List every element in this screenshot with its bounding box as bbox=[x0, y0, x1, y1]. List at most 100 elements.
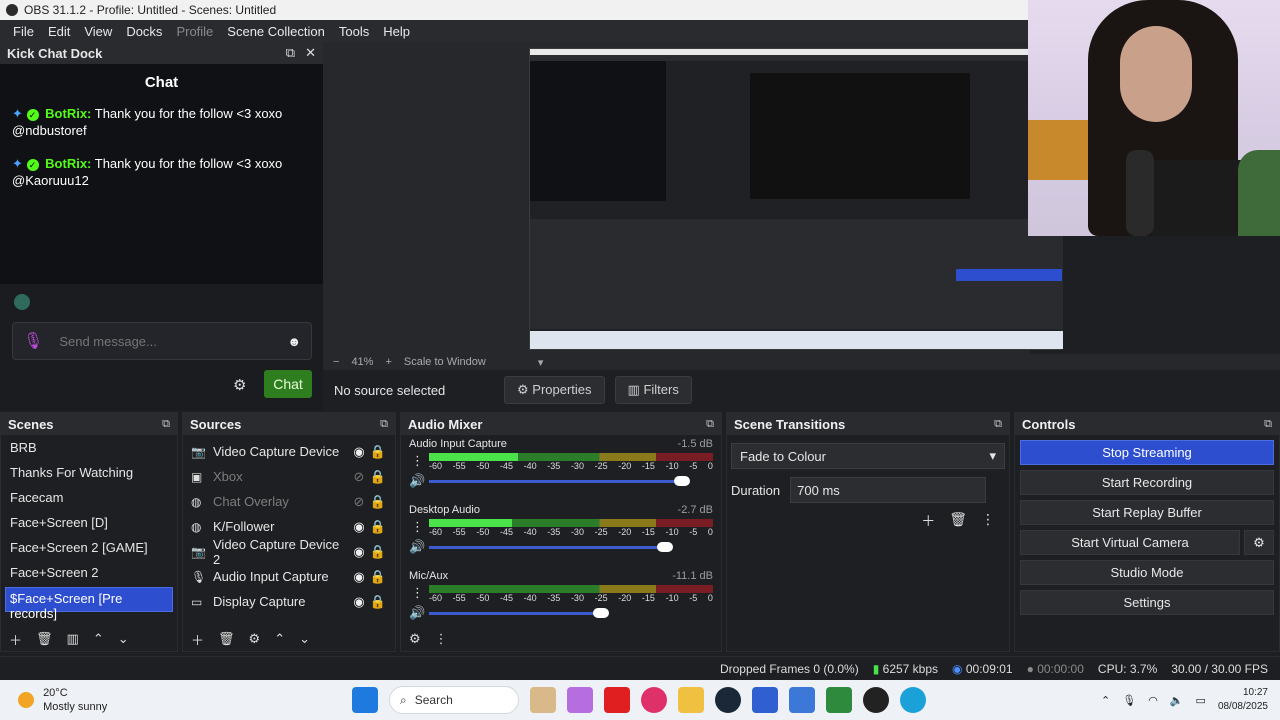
zoom-in-button[interactable]: + bbox=[385, 356, 391, 368]
eye-hidden-icon[interactable]: ⊘ bbox=[349, 494, 369, 510]
eye-hidden-icon[interactable]: ⊘ bbox=[349, 469, 369, 485]
source-item[interactable]: ▭ Display Capture ◉ 🔒 bbox=[183, 589, 395, 614]
lock-icon[interactable]: 🔒 bbox=[369, 594, 387, 610]
source-item[interactable]: 🎙 Audio Input Capture ◉ 🔒 bbox=[183, 564, 395, 589]
gear-icon[interactable]: ⚙ bbox=[233, 376, 246, 394]
virtual-camera-settings-gear-icon[interactable]: ⚙ bbox=[1244, 530, 1274, 555]
trash-icon[interactable]: 🗑 bbox=[949, 511, 967, 531]
fader-knob[interactable] bbox=[657, 542, 673, 552]
chevron-up-icon[interactable]: ⌃ bbox=[274, 631, 285, 647]
copilot-icon[interactable] bbox=[567, 687, 593, 713]
close-icon[interactable]: ✕ bbox=[305, 45, 316, 60]
float-icon[interactable]: ⧉ bbox=[286, 45, 295, 60]
microphone-icon[interactable]: 🎙 bbox=[1122, 694, 1136, 707]
chevron-down-icon[interactable]: ⌄ bbox=[118, 631, 129, 647]
lock-icon[interactable]: 🔒 bbox=[369, 544, 387, 560]
chat-send-button[interactable]: Chat bbox=[264, 370, 312, 398]
properties-button[interactable]: ⚙ Properties bbox=[504, 376, 605, 404]
volume-icon[interactable]: 🔈 bbox=[1170, 694, 1184, 707]
steam-icon[interactable] bbox=[715, 687, 741, 713]
microphone-icon[interactable]: 🎙 bbox=[23, 331, 43, 351]
filters-button[interactable]: ▥ Filters bbox=[614, 376, 692, 404]
emote-icon[interactable] bbox=[14, 294, 30, 310]
advanced-audio-icon[interactable]: ⚙ bbox=[409, 631, 421, 647]
trash-icon[interactable]: 🗑 bbox=[218, 631, 235, 647]
file-explorer-icon[interactable] bbox=[678, 687, 704, 713]
float-icon[interactable]: ⧉ bbox=[994, 418, 1002, 431]
chevron-down-icon[interactable]: ▾ bbox=[538, 356, 544, 369]
source-item[interactable]: ◍ Chat Overlay ⊘ 🔒 bbox=[183, 489, 395, 514]
zoom-out-button[interactable]: − bbox=[333, 356, 339, 368]
scene-item[interactable]: Face+Screen 2 [GAME] bbox=[1, 535, 177, 560]
speaker-icon[interactable]: 🔊 bbox=[409, 605, 425, 621]
menu-docks[interactable]: Docks bbox=[119, 24, 169, 39]
menu-help[interactable]: Help bbox=[376, 24, 417, 39]
volume-fader[interactable] bbox=[429, 539, 713, 555]
weather-widget[interactable]: 20°C Mostly sunny bbox=[18, 686, 107, 714]
scene-item[interactable]: BRB bbox=[1, 435, 177, 460]
scene-item-selected[interactable]: $Face+Screen [Pre records] bbox=[5, 587, 173, 621]
studio-mode-button[interactable]: Studio Mode bbox=[1020, 560, 1274, 585]
youtube-icon[interactable] bbox=[604, 687, 630, 713]
scene-item[interactable]: Facecam bbox=[1, 485, 177, 510]
add-icon[interactable]: ＋ bbox=[191, 630, 204, 649]
cat-app-icon[interactable] bbox=[530, 687, 556, 713]
eye-icon[interactable]: ◉ bbox=[349, 444, 369, 460]
menu-file[interactable]: File bbox=[6, 24, 41, 39]
speaker-icon[interactable]: 🔊 bbox=[409, 473, 425, 489]
eye-icon[interactable]: ◉ bbox=[349, 544, 369, 560]
source-item[interactable]: 📷 Video Capture Device 2 ◉ 🔒 bbox=[183, 537, 395, 567]
edge-icon[interactable] bbox=[900, 687, 926, 713]
preview-canvas[interactable] bbox=[323, 42, 1063, 354]
eye-icon[interactable]: ◉ bbox=[349, 594, 369, 610]
start-recording-button[interactable]: Start Recording bbox=[1020, 470, 1274, 495]
menu-dots-icon[interactable]: ⋮ bbox=[411, 585, 424, 601]
menu-dots-icon[interactable]: ⋮ bbox=[411, 453, 424, 469]
stop-streaming-button[interactable]: Stop Streaming bbox=[1020, 440, 1274, 465]
lock-icon[interactable]: 🔒 bbox=[369, 494, 387, 510]
chat-username[interactable]: BotRix: bbox=[45, 106, 91, 121]
settings-button[interactable]: Settings bbox=[1020, 590, 1274, 615]
chat-input[interactable] bbox=[59, 333, 288, 349]
lock-icon[interactable]: 🔒 bbox=[369, 444, 387, 460]
menu-dots-icon[interactable]: ⋮ bbox=[435, 631, 448, 647]
lock-icon[interactable]: 🔒 bbox=[369, 569, 387, 585]
clock[interactable]: 10:27 08/08/2025 bbox=[1218, 686, 1268, 714]
float-icon[interactable]: ⧉ bbox=[706, 418, 714, 431]
scene-item[interactable]: Face+Screen [D] bbox=[1, 510, 177, 535]
menu-dots-icon[interactable]: ⋮ bbox=[411, 519, 424, 535]
source-item[interactable]: ◍ K/Follower ◉ 🔒 bbox=[183, 514, 395, 539]
wifi-icon[interactable]: ◠ bbox=[1148, 694, 1158, 707]
source-item[interactable]: 📷 Video Capture Device ◉ 🔒 bbox=[183, 439, 395, 464]
menu-dots-icon[interactable]: ⋮ bbox=[981, 511, 995, 531]
float-icon[interactable]: ⧉ bbox=[380, 418, 388, 431]
emoji-icon[interactable]: ☻ bbox=[287, 334, 301, 349]
eye-icon[interactable]: ◉ bbox=[349, 519, 369, 535]
transition-select[interactable]: Fade to Colour ▾ bbox=[731, 443, 1005, 469]
chevron-up-icon[interactable]: ⌃ bbox=[1101, 694, 1110, 707]
fader-knob[interactable] bbox=[674, 476, 690, 486]
float-icon[interactable]: ⧉ bbox=[162, 418, 170, 431]
add-icon[interactable]: ＋ bbox=[921, 511, 935, 531]
opera-icon[interactable] bbox=[641, 687, 667, 713]
lock-icon[interactable]: 🔒 bbox=[369, 519, 387, 535]
trash-icon[interactable]: 🗑 bbox=[36, 631, 53, 647]
store-icon[interactable] bbox=[789, 687, 815, 713]
add-icon[interactable]: ＋ bbox=[9, 630, 22, 649]
battery-icon[interactable]: ▭ bbox=[1196, 694, 1206, 707]
scene-item[interactable]: Face+Screen 2 bbox=[1, 560, 177, 585]
chat-username[interactable]: BotRix: bbox=[45, 156, 91, 171]
menu-scene-collection[interactable]: Scene Collection bbox=[220, 24, 332, 39]
chevron-up-icon[interactable]: ⌃ bbox=[93, 631, 104, 647]
gear-icon[interactable]: ⚙ bbox=[249, 631, 261, 647]
obs-icon[interactable] bbox=[863, 687, 889, 713]
source-item[interactable]: ▣ Xbox ⊘ 🔒 bbox=[183, 464, 395, 489]
menu-edit[interactable]: Edit bbox=[41, 24, 77, 39]
start-virtual-camera-button[interactable]: Start Virtual Camera bbox=[1020, 530, 1240, 555]
scene-item[interactable]: Thanks For Watching bbox=[1, 460, 177, 485]
filter-icon[interactable]: ▥ bbox=[67, 631, 79, 647]
duration-input[interactable]: 700 ms bbox=[790, 477, 987, 503]
volume-fader[interactable] bbox=[429, 605, 713, 621]
volume-fader[interactable] bbox=[429, 473, 713, 489]
menu-profile[interactable]: Profile bbox=[169, 24, 220, 39]
